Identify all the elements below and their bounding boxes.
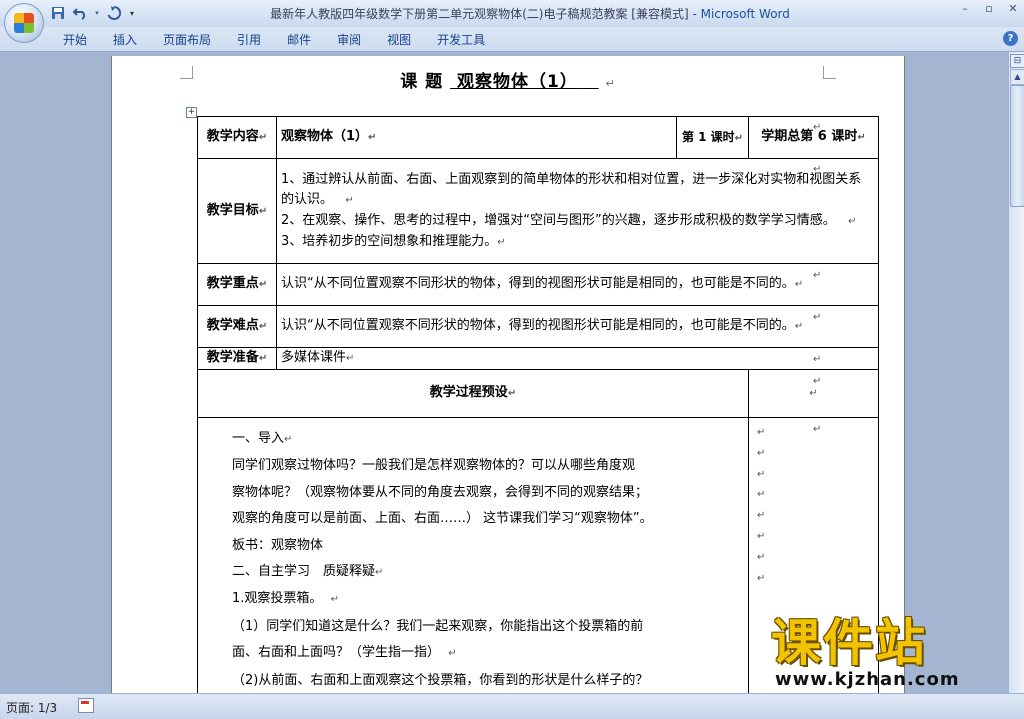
row-end-mark: ↵ bbox=[813, 122, 822, 133]
document-area[interactable]: 课 题 观察物体（1） ↵ + 教学内容↵ 观察物体（1）↵ 第 1 课时↵ 学… bbox=[0, 52, 1008, 693]
process-content: 一、导入↵ 同学们观察过物体吗？一般我们是怎样观察物体的？可以从哪些角度观 察物… bbox=[197, 417, 749, 693]
tab-mailings[interactable]: 邮件 bbox=[274, 31, 324, 49]
process-line: 面、右面和上面吗？（学生指一指） ↵ bbox=[232, 645, 457, 661]
window-title: 最新年人教版四年级数学下册第二单元观察物体(二)电子稿规范教案 [兼容模式] -… bbox=[220, 5, 840, 22]
tab-review[interactable]: 审阅 bbox=[324, 31, 374, 49]
process-line: 察物体呢？（观察物体要从不同的角度去观察，会得到不同的观察结果； bbox=[232, 484, 649, 500]
lesson-title: 课 题 观察物体（1） ↵ bbox=[112, 67, 904, 92]
tab-insert[interactable]: 插入 bbox=[100, 31, 150, 49]
close-button[interactable]: ✕ bbox=[1006, 2, 1020, 16]
title-bar: ▾ ▾ 最新年人教版四年级数学下册第二单元观察物体(二)电子稿规范教案 [兼容模… bbox=[0, 0, 1024, 43]
watermark-brand: 课件站 bbox=[771, 614, 927, 672]
period-cell: 第 1 课时↵ bbox=[676, 116, 749, 159]
tab-developer[interactable]: 开发工具 bbox=[424, 31, 498, 49]
key-point-value: 认识“从不同位置观察不同形状的物体，得到的视图形状可能是相同的，也可能是不同的。… bbox=[276, 263, 879, 306]
title-prefix: 课 题 bbox=[400, 72, 444, 92]
paragraph-mark: ↵ bbox=[605, 77, 616, 90]
proofing-icon[interactable] bbox=[78, 698, 94, 713]
content-label: 教学内容↵ bbox=[197, 116, 277, 159]
ribbon-tab-bar: 开始 插入 页面布局 引用 邮件 审阅 视图 开发工具 ? bbox=[0, 27, 1024, 52]
redo-icon[interactable] bbox=[106, 5, 122, 21]
document-page[interactable]: 课 题 观察物体（1） ↵ + 教学内容↵ 观察物体（1）↵ 第 1 课时↵ 学… bbox=[111, 56, 905, 693]
paragraph-mark: ↵ bbox=[757, 468, 766, 480]
undo-icon[interactable] bbox=[72, 5, 88, 21]
paragraph-mark: ↵ bbox=[757, 551, 766, 563]
office-button[interactable] bbox=[4, 3, 44, 43]
paragraph-mark: ↵ bbox=[757, 447, 766, 459]
paragraph-mark: ↵ bbox=[757, 510, 766, 522]
customize-quick-access-icon[interactable]: ▾ bbox=[128, 5, 136, 21]
quick-access-toolbar: ▾ ▾ bbox=[50, 4, 136, 22]
row-end-mark: ↵ bbox=[813, 164, 822, 175]
kjzhan-watermark: 课件站 www.kjzhan.com bbox=[771, 616, 1011, 691]
paragraph-mark: ↵ bbox=[757, 530, 766, 542]
process-line: 二、自主学习 质疑释疑↵ bbox=[232, 564, 384, 580]
undo-dropdown-icon[interactable]: ▾ bbox=[94, 5, 100, 21]
ruler-toggle-icon[interactable]: ⊟ bbox=[1010, 54, 1024, 68]
tab-view[interactable]: 视图 bbox=[374, 31, 424, 49]
save-icon[interactable] bbox=[50, 5, 66, 21]
goals-value: 1、通过辨认从前面、右面、上面观察到的简单物体的形状和相对位置，进一步深化对实物… bbox=[276, 158, 879, 264]
row-end-mark: ↵ bbox=[813, 354, 822, 365]
preparation-label: 教学准备↵ bbox=[197, 347, 277, 370]
app-name: - Microsoft Word bbox=[692, 7, 790, 21]
row-end-mark: ↵ bbox=[813, 312, 822, 323]
process-line: 同学们观察过物体吗？一般我们是怎样观察物体的？可以从哪些角度观 bbox=[232, 458, 636, 474]
goal-item: 3、培养初步的空间想象和推理能力。↵ bbox=[281, 233, 506, 249]
goal-item: 1、通过辨认从前面、右面、上面观察到的简单物体的形状和相对位置，进一步深化对实物… bbox=[281, 171, 862, 207]
restore-button[interactable]: ▫ bbox=[982, 2, 996, 16]
goal-item: 2、在观察、操作、思考的过程中，增强对“空间与图形”的兴趣，逐步形成积极的数学学… bbox=[281, 212, 857, 228]
goals-label: 教学目标↵ bbox=[197, 158, 277, 264]
help-button[interactable]: ? bbox=[1003, 31, 1018, 46]
tab-page-layout[interactable]: 页面布局 bbox=[150, 31, 224, 49]
watermark-url: www.kjzhan.com bbox=[775, 669, 960, 690]
lesson-plan-table: 教学内容↵ 观察物体（1）↵ 第 1 课时↵ 学期总第 6 课时↵ 教学目标↵ … bbox=[197, 116, 879, 693]
table-move-handle-icon[interactable]: + bbox=[186, 107, 197, 118]
process-line: 1.观察投票箱。 ↵ bbox=[232, 591, 340, 607]
vertical-scrollbar[interactable]: ⊟ ▲ bbox=[1008, 52, 1024, 693]
row-end-mark: ↵ bbox=[813, 424, 822, 435]
paragraph-mark: ↵ bbox=[757, 572, 766, 584]
process-line: 一、导入↵ bbox=[232, 431, 293, 446]
page-indicator[interactable]: 页面: 1/3 bbox=[6, 699, 57, 716]
process-header: 教学过程预设↵ bbox=[197, 369, 749, 418]
paragraph-mark: ↵ bbox=[757, 489, 766, 501]
tab-references[interactable]: 引用 bbox=[224, 31, 274, 49]
scroll-up-arrow-icon[interactable]: ▲ bbox=[1010, 69, 1024, 85]
preparation-value: 多媒体课件↵ bbox=[276, 347, 879, 370]
minimize-button[interactable]: – bbox=[958, 2, 972, 16]
difficulty-label: 教学难点↵ bbox=[197, 305, 277, 348]
row-end-mark: ↵ bbox=[813, 376, 822, 387]
status-bar: 页面: 1/3 bbox=[0, 693, 1024, 719]
office-logo-icon bbox=[14, 13, 34, 33]
document-name: 最新年人教版四年级数学下册第二单元观察物体(二)电子稿规范教案 [兼容模式] bbox=[270, 7, 689, 21]
process-line: 观察的角度可以是前面、上面、右面……） 这节课我们学习“观察物体”。 bbox=[232, 511, 653, 527]
key-point-label: 教学重点↵ bbox=[197, 263, 277, 306]
window-controls: – ▫ ✕ bbox=[958, 2, 1020, 16]
tab-home[interactable]: 开始 bbox=[50, 31, 100, 49]
process-line: 板书：观察物体 bbox=[232, 537, 324, 553]
process-line: （1）同学们知道这是什么？我们一起来观察，你能指出这个投票箱的前 bbox=[232, 618, 644, 634]
title-topic: 观察物体（1） bbox=[457, 72, 578, 92]
process-line: （2)从前面、右面和上面观察这个投票箱，你看到的形状是什么样子的？ bbox=[232, 672, 649, 688]
difficulty-value: 认识“从不同位置观察不同形状的物体，得到的视图形状可能是相同的，也可能是不同的。… bbox=[276, 305, 879, 348]
content-value: 观察物体（1）↵ bbox=[276, 116, 677, 159]
row-end-mark: ↵ bbox=[813, 270, 822, 281]
scroll-thumb[interactable] bbox=[1010, 85, 1024, 207]
